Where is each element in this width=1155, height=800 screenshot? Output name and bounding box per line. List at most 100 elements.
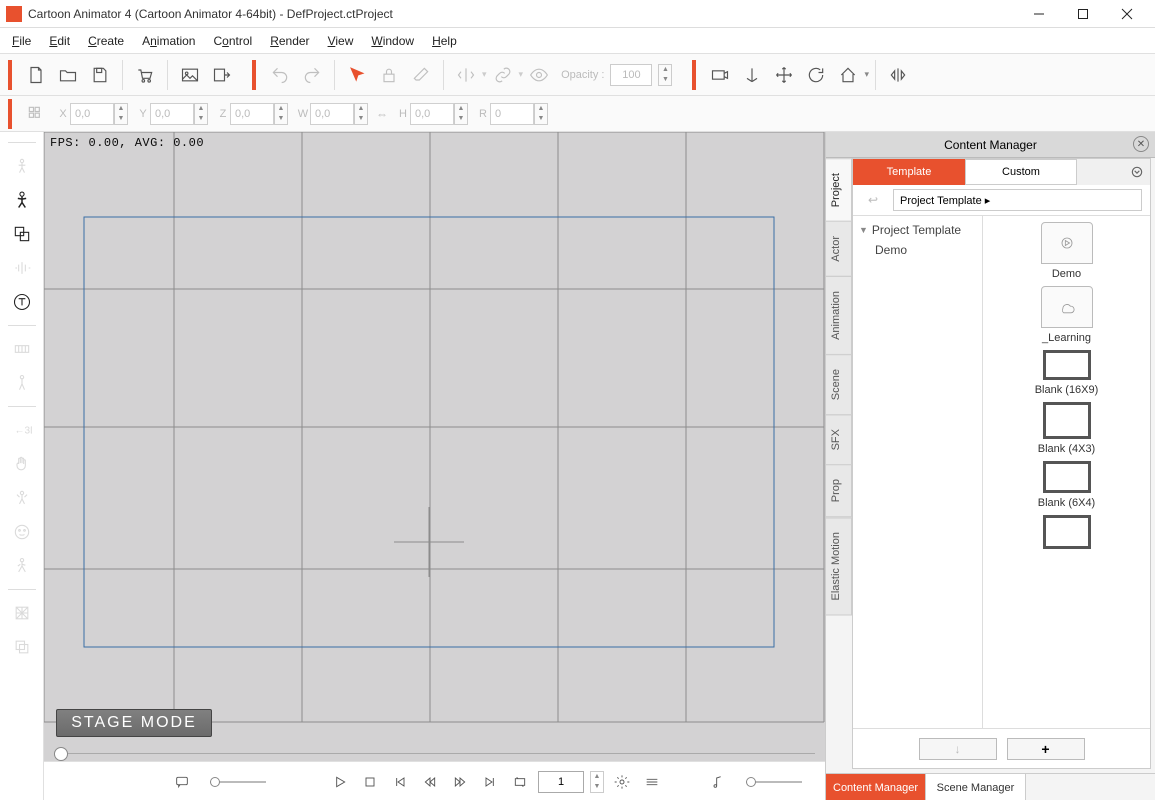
compose-icon[interactable] bbox=[7, 219, 37, 249]
character-icon[interactable] bbox=[7, 185, 37, 215]
coord-r-input[interactable] bbox=[490, 103, 534, 125]
prev-key-icon[interactable] bbox=[418, 770, 442, 794]
chat-icon[interactable] bbox=[170, 770, 194, 794]
tree-root[interactable]: ▼Project Template bbox=[855, 220, 980, 240]
maximize-button[interactable] bbox=[1061, 0, 1105, 28]
cm-options-icon[interactable] bbox=[1124, 159, 1150, 185]
music-icon[interactable] bbox=[706, 770, 730, 794]
coord-z-spinner[interactable]: ▲▼ bbox=[274, 103, 288, 125]
close-button[interactable] bbox=[1105, 0, 1149, 28]
side-tab-animation[interactable]: Animation bbox=[826, 276, 852, 355]
audio-wave-icon[interactable] bbox=[7, 253, 37, 283]
keyframe-icon[interactable] bbox=[7, 334, 37, 364]
menu-animation[interactable]: Animation bbox=[134, 31, 203, 51]
coord-y-input[interactable] bbox=[150, 103, 194, 125]
menu-help[interactable]: Help bbox=[424, 31, 465, 51]
side-tab-elastic-motion[interactable]: Elastic Motion bbox=[826, 517, 852, 615]
visibility-icon[interactable] bbox=[525, 61, 553, 89]
move-icon[interactable] bbox=[770, 61, 798, 89]
frame-spinner[interactable]: ▲▼ bbox=[590, 771, 604, 793]
play-icon[interactable] bbox=[328, 770, 352, 794]
timeline-scrubber[interactable] bbox=[54, 747, 815, 761]
side-tab-actor[interactable]: Actor bbox=[826, 221, 852, 277]
zoom-slider-left[interactable] bbox=[210, 781, 266, 783]
flip-icon[interactable] bbox=[884, 61, 912, 89]
coord-z-input[interactable] bbox=[230, 103, 274, 125]
last-frame-icon[interactable] bbox=[478, 770, 502, 794]
export-icon[interactable] bbox=[208, 61, 236, 89]
tree-child[interactable]: Demo bbox=[855, 240, 980, 260]
stop-icon[interactable] bbox=[358, 770, 382, 794]
menu-window[interactable]: Window bbox=[363, 31, 422, 51]
volume-slider[interactable] bbox=[746, 781, 802, 783]
bottom-tab-content[interactable]: Content Manager bbox=[826, 774, 926, 800]
timeline-icon[interactable] bbox=[640, 770, 664, 794]
apply-button[interactable]: ↓ bbox=[919, 738, 997, 760]
thumb-item[interactable]: Blank (6X4) bbox=[1023, 461, 1111, 509]
tab-template[interactable]: Template bbox=[853, 159, 965, 185]
align-h-icon[interactable] bbox=[452, 61, 480, 89]
thumb-item[interactable]: Blank (16X9) bbox=[1023, 350, 1111, 396]
layers-icon[interactable] bbox=[7, 632, 37, 662]
thumb-item[interactable] bbox=[1023, 515, 1111, 553]
rotate-icon[interactable] bbox=[802, 61, 830, 89]
side-tab-prop[interactable]: Prop bbox=[826, 464, 852, 517]
menu-control[interactable]: Control bbox=[205, 31, 260, 51]
coord-w-spinner[interactable]: ▲▼ bbox=[354, 103, 368, 125]
new-file-icon[interactable] bbox=[22, 61, 50, 89]
coord-x-input[interactable] bbox=[70, 103, 114, 125]
puppet-icon[interactable] bbox=[7, 483, 37, 513]
settings-icon[interactable] bbox=[610, 770, 634, 794]
first-frame-icon[interactable] bbox=[388, 770, 412, 794]
axis-icon[interactable] bbox=[738, 61, 766, 89]
minimize-button[interactable] bbox=[1017, 0, 1061, 28]
tab-custom[interactable]: Custom bbox=[965, 159, 1077, 185]
hand-icon[interactable] bbox=[7, 449, 37, 479]
lock-icon[interactable] bbox=[375, 61, 403, 89]
add-button[interactable]: + bbox=[1007, 738, 1085, 760]
side-tab-scene[interactable]: Scene bbox=[826, 354, 852, 415]
mesh-icon[interactable] bbox=[7, 598, 37, 628]
g2-character-icon[interactable] bbox=[7, 151, 37, 181]
coord-y-spinner[interactable]: ▲▼ bbox=[194, 103, 208, 125]
text-icon[interactable] bbox=[7, 287, 37, 317]
thumb-item[interactable]: Demo bbox=[1023, 222, 1111, 280]
cm-close-icon[interactable]: ✕ bbox=[1133, 136, 1149, 152]
undo-icon[interactable] bbox=[266, 61, 294, 89]
menu-view[interactable]: View bbox=[320, 31, 362, 51]
face-icon[interactable] bbox=[7, 517, 37, 547]
coord-r-spinner[interactable]: ▲▼ bbox=[534, 103, 548, 125]
breadcrumb-back-icon[interactable]: ↩ bbox=[861, 190, 885, 210]
stage-mode-button[interactable]: STAGE MODE bbox=[56, 709, 212, 737]
selection-tool-icon[interactable] bbox=[343, 61, 371, 89]
import-image-icon[interactable] bbox=[176, 61, 204, 89]
next-key-icon[interactable] bbox=[448, 770, 472, 794]
camera-icon[interactable] bbox=[706, 61, 734, 89]
bone-icon[interactable] bbox=[7, 368, 37, 398]
thumb-item[interactable]: Blank (4X3) bbox=[1023, 402, 1111, 455]
opacity-spinner[interactable]: ▲▼ bbox=[658, 64, 672, 86]
frame-input[interactable] bbox=[538, 771, 584, 793]
stage[interactable]: FPS: 0.00, AVG: 0.00 STAGE MODE ▲▼ bbox=[44, 132, 825, 800]
grid-icon[interactable] bbox=[22, 100, 50, 128]
3d-icon[interactable]: ←3D bbox=[7, 415, 37, 445]
open-folder-icon[interactable] bbox=[54, 61, 82, 89]
menu-render[interactable]: Render bbox=[262, 31, 317, 51]
redo-icon[interactable] bbox=[298, 61, 326, 89]
eraser-icon[interactable] bbox=[407, 61, 435, 89]
cart-icon[interactable] bbox=[131, 61, 159, 89]
home-icon[interactable] bbox=[834, 61, 862, 89]
coord-h-input[interactable] bbox=[410, 103, 454, 125]
side-tab-project[interactable]: Project bbox=[826, 158, 852, 222]
side-tab-sfx[interactable]: SFX bbox=[826, 414, 852, 465]
link-icon[interactable] bbox=[489, 61, 517, 89]
breadcrumb-path[interactable]: Project Template ▸ bbox=[893, 189, 1142, 211]
menu-edit[interactable]: Edit bbox=[41, 31, 78, 51]
save-icon[interactable] bbox=[86, 61, 114, 89]
menu-create[interactable]: Create bbox=[80, 31, 132, 51]
opacity-input[interactable] bbox=[610, 64, 652, 86]
bottom-tab-scene[interactable]: Scene Manager bbox=[926, 774, 1026, 800]
loop-icon[interactable] bbox=[508, 770, 532, 794]
coord-x-spinner[interactable]: ▲▼ bbox=[114, 103, 128, 125]
viewport[interactable]: FPS: 0.00, AVG: 0.00 STAGE MODE bbox=[44, 132, 825, 800]
